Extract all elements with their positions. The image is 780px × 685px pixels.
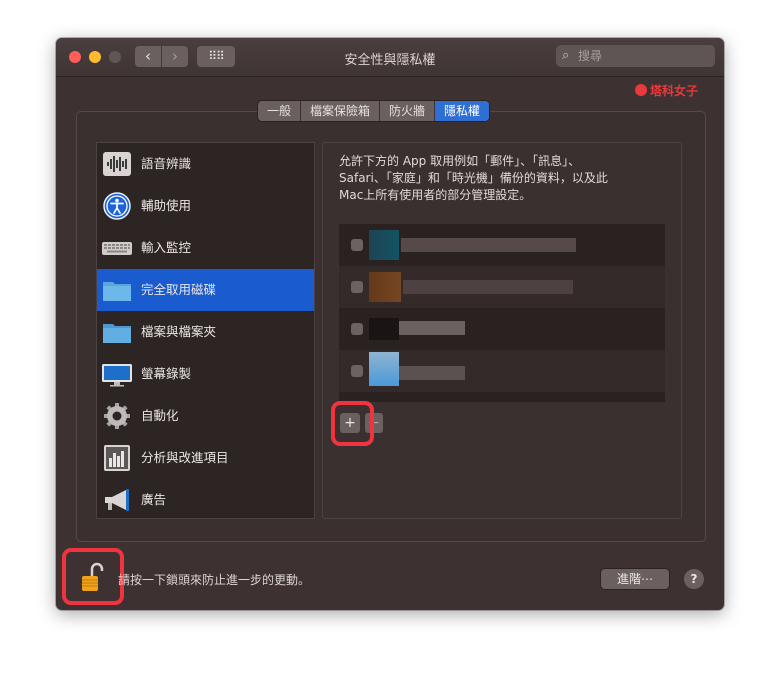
search-placeholder: 搜尋 [578, 49, 603, 63]
app-list[interactable] [339, 224, 665, 402]
sidebar-item-input-monitoring[interactable]: 輸入監控 [97, 227, 314, 269]
blurred-app-icon [369, 272, 401, 302]
sidebar-item-speech-recognition[interactable]: 語音辨識 [97, 143, 314, 185]
preferences-window: ‹ › ⠿⠿ 安全性與隱私權 ⌕ 搜尋 塔科女子 一般 檔案保險箱 防火牆 隱私… [56, 38, 724, 610]
sidebar-item-label: 分析與改進項目 [141, 450, 229, 465]
sidebar-item-label: 廣告 [141, 492, 167, 507]
sidebar-item-label: 完全取用磁碟 [141, 282, 217, 297]
folder-icon [103, 324, 131, 343]
description-line: Safari、「家庭」和「時光機」備份的資料，以及此 [339, 171, 608, 185]
tab-firewall[interactable]: 防火牆 [380, 101, 436, 121]
lock-hint-text: 請按一下鎖頭來防止進一步的更動。 [118, 573, 311, 587]
watermark: 塔科女子 [635, 82, 698, 99]
description-line: 允許下方的 App 取用例如「郵件」、「訊息」、 [339, 154, 581, 168]
sidebar-item-label: 輸入監控 [141, 240, 192, 255]
blurred-app-name [399, 321, 465, 335]
folder-icon [103, 282, 131, 301]
blurred-app-icon [369, 352, 399, 386]
watermark-text: 塔科女子 [650, 84, 699, 98]
sidebar-item-label: 螢幕錄製 [141, 366, 192, 381]
sidebar-item-label: 檔案與檔案夾 [141, 324, 217, 339]
list-item[interactable] [339, 224, 665, 266]
tab-general[interactable]: 一般 [258, 101, 302, 121]
sidebar-item-files-and-folders[interactable]: 檔案與檔案夾 [97, 311, 314, 353]
advanced-button[interactable]: 進階⋯ [601, 569, 669, 589]
display-icon [102, 364, 132, 387]
add-button-highlight [331, 401, 374, 446]
sidebar-item-full-disk-access[interactable]: 完全取用磁碟 [97, 269, 314, 311]
list-item[interactable] [339, 266, 665, 308]
blurred-app-icon [369, 230, 399, 260]
sidebar-item-screen-recording[interactable]: 螢幕錄製 [97, 353, 314, 395]
sidebar-item-accessibility[interactable]: 輔助使用 [97, 185, 314, 227]
search-input[interactable]: ⌕ 搜尋 [556, 45, 715, 67]
megaphone-icon [105, 489, 129, 511]
help-button[interactable]: ? [684, 569, 704, 589]
list-item[interactable] [339, 350, 665, 392]
gear-icon [104, 403, 130, 429]
watermark-logo-icon [635, 84, 647, 96]
app-checkbox[interactable] [351, 239, 363, 251]
sidebar-item-label: 輔助使用 [141, 198, 192, 213]
app-checkbox[interactable] [351, 323, 363, 335]
list-item[interactable] [339, 308, 665, 350]
blurred-app-name [403, 280, 573, 294]
description-line: Mac上所有使用者的部分管理設定。 [339, 188, 532, 202]
tab-privacy[interactable]: 隱私權 [435, 101, 490, 121]
sidebar-item-advertising[interactable]: 廣告 [97, 479, 314, 521]
app-checkbox[interactable] [351, 281, 363, 293]
sidebar-item-analytics[interactable]: 分析與改進項目 [97, 437, 314, 479]
permission-description: 允許下方的 App 取用例如「郵件」、「訊息」、 Safari、「家庭」和「時光… [339, 153, 669, 204]
keyboard-icon [102, 242, 132, 255]
tab-bar: 一般 檔案保險箱 防火牆 隱私權 [258, 101, 490, 121]
sidebar-item-label: 自動化 [141, 408, 179, 423]
search-icon: ⌕ [562, 48, 570, 63]
app-checkbox[interactable] [351, 365, 363, 377]
blurred-app-icon [369, 318, 399, 340]
waveform-icon [103, 152, 131, 176]
privacy-sidebar: 語音辨識 輔助使用 輸入監控 完全取用磁碟 檔案與檔案夾 螢幕錄製 自動化 分析… [96, 142, 315, 519]
blurred-app-name [399, 366, 465, 380]
chart-icon [104, 445, 130, 471]
title-bar: ‹ › ⠿⠿ 安全性與隱私權 ⌕ 搜尋 [56, 38, 724, 77]
sidebar-item-automation[interactable]: 自動化 [97, 395, 314, 437]
sidebar-item-label: 語音辨識 [141, 156, 192, 171]
lock-highlight [62, 548, 124, 605]
tab-filevault[interactable]: 檔案保險箱 [301, 101, 381, 121]
blurred-app-name [401, 238, 576, 252]
accessibility-icon [103, 192, 131, 220]
